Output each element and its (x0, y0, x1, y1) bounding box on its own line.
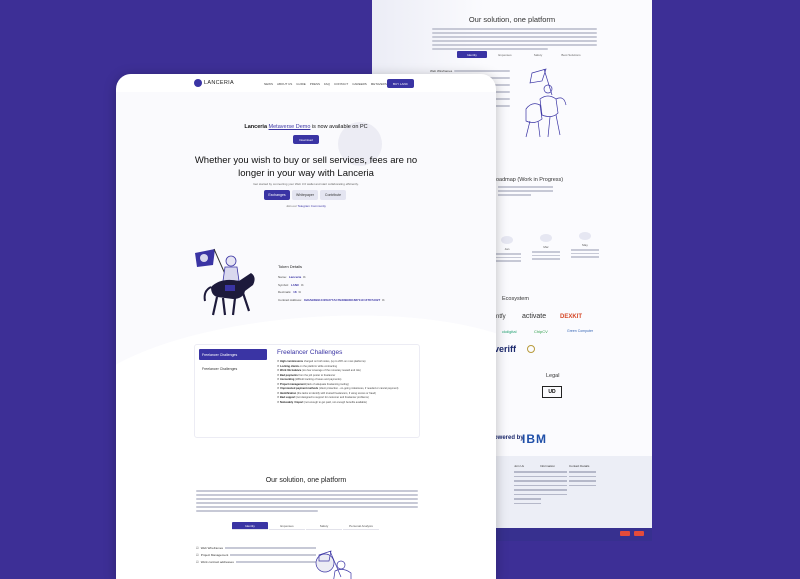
copy-icon[interactable]: ⧉ (303, 275, 305, 279)
front-page: Lanceria Metaverse Demo is now available… (116, 74, 496, 579)
copy-icon[interactable]: ⧉ (299, 290, 301, 294)
cta-row: Exchanges Whitepaper Contribute (264, 190, 346, 200)
metaverse-demo-link[interactable]: Metaverse Demo (269, 124, 311, 130)
solution-feature-row: ☑ Work contract addresses (196, 560, 316, 564)
back-roadmap-text (498, 186, 553, 198)
knight-on-horse-illustration (195, 248, 255, 316)
challenges-tabs: Freelancer Challenges Freelancer Challen… (199, 349, 267, 377)
token-row: Contract Address: 0xDAE6B91C4FE277AC7B48B… (278, 297, 385, 302)
roadmap-step: May (568, 232, 602, 260)
challenge-row: ☑ Noticeably / Import (not enough to get… (277, 400, 367, 404)
ecosystem-logo: DEXKIT (560, 314, 583, 320)
strip-button[interactable] (634, 531, 644, 536)
footer-column: Contact Details (569, 464, 603, 489)
tab-safety[interactable]: Safety (306, 522, 342, 530)
back-roadmap-title: Roadmap (Work in Progress) (492, 177, 564, 183)
ecosystem-logo: ntfy (496, 314, 506, 320)
challenges-title: Freelancer Challenges (277, 349, 343, 356)
tab-expenses[interactable]: Expenses (269, 522, 305, 530)
solution-feature-row: ☑ Web Wireframes (196, 546, 316, 550)
challenges-card: Freelancer Challenges Freelancer Challen… (194, 344, 420, 438)
token-details-title: Token Details (278, 264, 303, 269)
token-row: Symbol: LANC ⧉ (278, 282, 304, 287)
nav-item-careers[interactable]: CAREERS (352, 82, 367, 86)
token-row: Name: Lanceria ⧉ (278, 275, 306, 279)
telegram-line: Join our Telegram Community (286, 204, 326, 208)
back-tab-identity[interactable]: Identity (457, 51, 487, 58)
download-button[interactable]: Download (293, 135, 319, 144)
knight-illustration-outline (525, 68, 567, 138)
nav-item-contact[interactable]: CONTACT (334, 82, 348, 86)
hero-headline: Whether you wish to buy or sell services… (194, 155, 418, 179)
challenges-body: Freelancer Challenges ☑ High commissions… (277, 349, 417, 405)
buy-lanc-button[interactable]: BUY LANC (387, 79, 414, 88)
nav-item-news[interactable]: NEWS (264, 82, 273, 86)
strip-button[interactable] (620, 531, 630, 536)
solution-tabs: Identity Expenses Safety Personal Analys… (232, 522, 379, 530)
back-solution-title: Our solution, one platform (468, 15, 556, 24)
ecosystem-logo: Green Computer (567, 329, 594, 333)
copy-icon[interactable]: ⧉ (382, 298, 384, 302)
solution-feature-row: ☑ Project Management (196, 553, 316, 557)
telegram-link[interactable]: Telegram Community (298, 204, 326, 208)
contribute-button[interactable]: Contribute (320, 190, 346, 200)
nav-item-press[interactable]: PRESS (310, 82, 320, 86)
ecosystem-logo: ChipCV (534, 329, 548, 334)
hero-subline: Get started by connecting your Web 3.0 w… (253, 182, 359, 186)
back-tab-best-solutions[interactable]: Best Solutions (556, 51, 586, 58)
copy-icon[interactable]: ⧉ (301, 283, 303, 287)
tab-freelancer-challenges-2[interactable]: Freelancer Challenges (199, 363, 267, 374)
ecosystem-logo: veriff (494, 344, 517, 354)
legal-logo-icon: UD (542, 386, 562, 398)
ecosystem-logo: activate (522, 313, 547, 320)
solution-title: Our solution, one platform (265, 477, 347, 484)
exchanges-button[interactable]: Exchanges (264, 190, 290, 200)
back-feature-row: Web Wireframes (430, 69, 510, 73)
tab-identity[interactable]: Identity (232, 522, 268, 530)
tab-personal-analysis[interactable]: Personal Analysis (343, 522, 379, 530)
back-tab-safety[interactable]: Safety (523, 51, 553, 58)
token-row: Decimals: 18 ⧉ (278, 290, 301, 294)
back-legal-title: Legal (546, 373, 560, 379)
back-tab-expenses[interactable]: Expenses (490, 51, 520, 58)
whitepaper-button[interactable]: Whitepaper (292, 190, 318, 200)
nav-menu: NEWS ABOUT US GUIDE PRESS FAQ CONTACT CA… (264, 82, 389, 86)
ecosystem-seal-icon (527, 345, 535, 353)
nav-item-guide[interactable]: GUIDE (296, 82, 306, 86)
nav-item-faq[interactable]: FAQ (324, 82, 330, 86)
back-tabs: Identity Expenses Safety Best Solutions (457, 51, 586, 58)
knight-illustration-outline (315, 550, 352, 579)
lanceria-logo[interactable]: LANCERIA (194, 79, 234, 87)
solution-paragraph (196, 490, 418, 514)
back-solution-paragraph (432, 28, 597, 52)
back-ecosystem-title: Ecosystem (502, 296, 529, 302)
solution-feature-list: ☑ Web Wireframes ☑ Project Management ☑ Wor… (196, 546, 316, 567)
announcement: Lanceria Metaverse Demo is now available… (244, 124, 368, 130)
tab-freelancer-challenges[interactable]: Freelancer Challenges (199, 349, 267, 360)
nav-item-about[interactable]: ABOUT US (277, 82, 292, 86)
ibm-logo: IBM (522, 432, 547, 446)
token-details: Token Details Name: Lanceria ⧉ Symbol: LANC… (278, 264, 384, 305)
lanceria-logo-icon (194, 79, 202, 87)
roadmap-step: Mar (529, 234, 563, 262)
ecosystem-logo: ckdigital (502, 329, 517, 334)
top-nav: LANCERIA NEWS ABOUT US GUIDE PRESS FAQ C… (116, 74, 496, 92)
